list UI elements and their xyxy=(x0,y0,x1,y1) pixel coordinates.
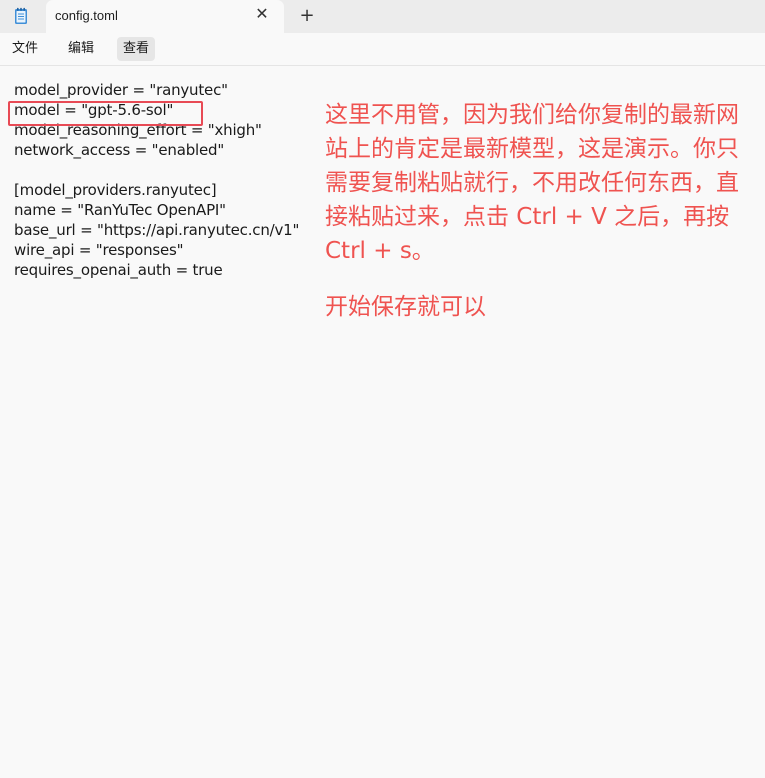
tab-config-toml[interactable]: config.toml ✕ xyxy=(46,0,284,33)
menu-edit[interactable]: 编辑 xyxy=(62,37,100,61)
highlight-box xyxy=(8,101,203,126)
notepad-window: config.toml ✕ + 文件 编辑 查看 model_provider … xyxy=(0,0,765,778)
code-line: model_provider = "ranyutec" xyxy=(14,81,228,99)
code-line: network_access = "enabled" xyxy=(14,141,225,159)
code-line: base_url = "https://api.ranyutec.cn/v1" xyxy=(14,221,300,239)
annotation-text: 这里不用管，因为我们给你复制的最新网站上的肯定是最新模型，这是演示。你只需要复制… xyxy=(325,102,739,264)
tab-bar: config.toml ✕ + xyxy=(0,0,765,33)
code-line: name = "RanYuTec OpenAPI" xyxy=(14,201,226,219)
menu-bar: 文件 编辑 查看 xyxy=(0,33,765,66)
notepad-icon xyxy=(15,7,27,24)
code-line: wire_api = "responses" xyxy=(14,241,184,259)
code-line: requires_openai_auth = true xyxy=(14,261,223,279)
menu-file[interactable]: 文件 xyxy=(6,37,44,61)
annotation-text-secondary: 开始保存就可以 xyxy=(325,294,486,320)
new-tab-button[interactable]: + xyxy=(298,6,316,26)
close-icon[interactable]: ✕ xyxy=(254,6,270,22)
menu-view[interactable]: 查看 xyxy=(117,37,156,61)
tab-title: config.toml xyxy=(55,8,118,23)
code-line: [model_providers.ranyutec] xyxy=(14,181,217,199)
